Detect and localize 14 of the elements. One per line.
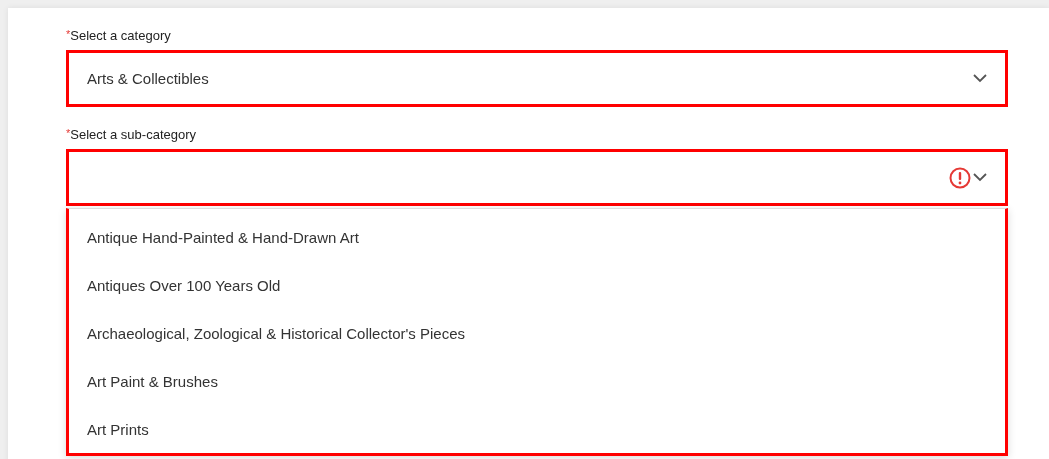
field-label: Select a category <box>70 28 171 43</box>
dropdown-select[interactable] <box>66 149 1008 206</box>
dropdown-option[interactable]: Art Prints <box>69 405 1005 453</box>
chevron-down-icon <box>973 173 987 182</box>
dropdown-option[interactable]: Antiques Over 100 Years Old <box>69 261 1005 309</box>
dropdown-select[interactable]: Arts & Collectibles <box>66 50 1008 107</box>
required-mark: * <box>66 28 71 42</box>
error-icon <box>949 166 971 189</box>
dropdown-option[interactable]: Antique Hand-Painted & Hand-Drawn Art <box>69 213 1005 261</box>
required-mark: * <box>66 127 71 141</box>
dropdown-option[interactable]: Art Paint & Brushes <box>69 357 1005 405</box>
chevron-down-icon <box>973 74 987 83</box>
dropdown-option[interactable]: Archaeological, Zoological & Historical Collector's Pieces <box>69 309 1005 357</box>
field-label: Select a sub-category <box>70 127 196 142</box>
